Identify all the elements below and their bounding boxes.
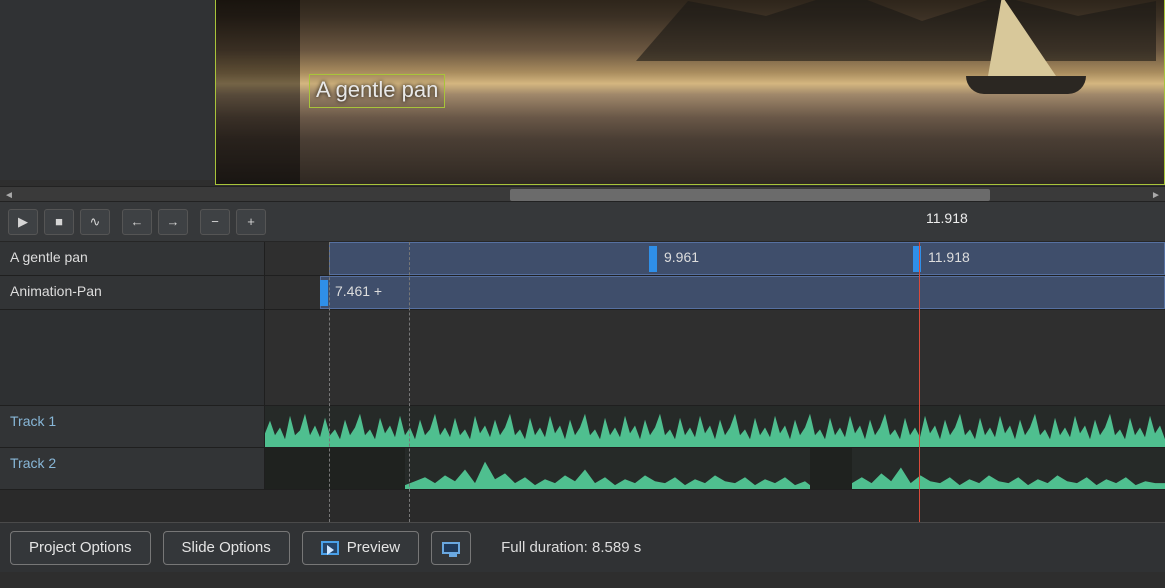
footer-bar: Project Options Slide Options Preview Fu… (0, 522, 1165, 572)
preview-button-label: Preview (347, 539, 400, 556)
track-content-animation[interactable]: 7.461 + (265, 276, 1165, 309)
track-row-audio-1[interactable]: Track 1 (0, 406, 1165, 448)
preview-button[interactable]: Preview (302, 531, 419, 565)
full-duration-status: Full duration: 8.589 s (501, 539, 641, 556)
prev-keyframe-button[interactable]: ← (122, 209, 152, 235)
track-row-audio-2[interactable]: Track 2 (0, 448, 1165, 490)
track-content-audio-2[interactable] (265, 448, 1165, 489)
preview-icon (321, 541, 339, 555)
keyframe-animation-time: 7.461 + (335, 283, 382, 299)
scrollbar-thumb[interactable] (510, 189, 990, 201)
preview-transition-overlay (216, 0, 300, 184)
fullscreen-preview-button[interactable] (431, 531, 471, 565)
preview-sidebar (0, 0, 215, 180)
stop-button[interactable]: ■ (44, 209, 74, 235)
track-label-audio-2[interactable]: Track 2 (0, 448, 265, 489)
scroll-right-arrow-icon[interactable]: ► (1147, 187, 1165, 203)
track-label-animation[interactable]: Animation-Pan (0, 276, 265, 309)
preview-canvas[interactable]: A gentle pan (215, 0, 1165, 185)
scroll-left-arrow-icon[interactable]: ◄ (0, 187, 18, 203)
monitor-icon (442, 542, 460, 554)
slide-options-button[interactable]: Slide Options (163, 531, 290, 565)
timeline[interactable]: A gentle pan 9.961 11.918 Animation-Pan … (0, 242, 1165, 522)
track-row-caption[interactable]: A gentle pan 9.961 11.918 (0, 242, 1165, 276)
track-label-caption[interactable]: A gentle pan (0, 242, 265, 275)
clip-caption[interactable] (329, 242, 1165, 275)
waveform-audio-2b (852, 448, 1165, 489)
preview-sailboat (966, 0, 1096, 106)
preview-area: A gentle pan (0, 0, 1165, 186)
zoom-in-button[interactable]: + (236, 209, 266, 235)
keyframe-caption-2[interactable] (913, 246, 921, 272)
clip-animation[interactable] (320, 276, 1165, 309)
keyframe-caption-1[interactable] (649, 246, 657, 272)
track-content-caption[interactable]: 9.961 11.918 (265, 242, 1165, 275)
waveform-audio-2a (405, 448, 810, 489)
keyframe-time-1: 9.961 (664, 249, 699, 265)
preview-horizontal-scrollbar[interactable]: ◄ ► (0, 186, 1165, 202)
keyframe-time-2: 11.918 (928, 249, 970, 265)
cursor-time-readout: 11.918 (926, 210, 968, 226)
audio2-gap-1 (265, 448, 405, 489)
timeline-toolbar: ▶ ■ ∿ ← → − + 11.918 (0, 202, 1165, 242)
keyframe-animation-1[interactable] (320, 280, 328, 306)
track-spacer (0, 310, 1165, 406)
track-label-audio-1[interactable]: Track 1 (0, 406, 265, 447)
waveform-toggle-button[interactable]: ∿ (80, 209, 110, 235)
preview-caption[interactable]: A gentle pan (309, 74, 445, 108)
play-button[interactable]: ▶ (8, 209, 38, 235)
next-keyframe-button[interactable]: → (158, 209, 188, 235)
zoom-out-button[interactable]: − (200, 209, 230, 235)
track-content-audio-1[interactable] (265, 406, 1165, 447)
audio2-gap-2 (810, 448, 852, 489)
waveform-audio-1 (265, 406, 1165, 447)
project-options-button[interactable]: Project Options (10, 531, 151, 565)
track-row-animation[interactable]: Animation-Pan 7.461 + (0, 276, 1165, 310)
